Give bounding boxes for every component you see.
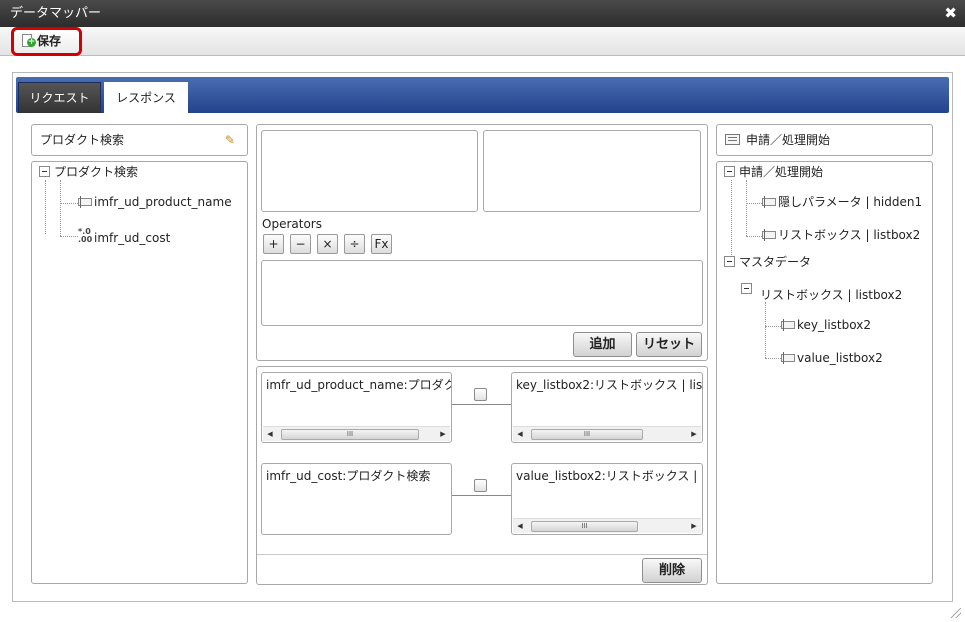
scroll-right-icon[interactable]: ▶ bbox=[436, 427, 450, 441]
collapse-icon[interactable] bbox=[741, 283, 752, 294]
operators-label: Operators bbox=[262, 217, 322, 231]
target-header-panel: 申請／処理開始 bbox=[716, 124, 933, 156]
save-button[interactable]: 保存 bbox=[11, 27, 82, 56]
source-tree-root[interactable]: プロダクト検索 bbox=[39, 165, 138, 179]
mapping-source-1-text: imfr_ud_product_name:プロダクト検索 bbox=[266, 378, 451, 392]
operator-divide-button[interactable]: ÷ bbox=[344, 234, 365, 254]
new-document-icon bbox=[22, 34, 36, 47]
collapse-icon[interactable] bbox=[724, 256, 735, 267]
tab-request[interactable]: リクエスト bbox=[18, 82, 101, 113]
target-field-listbox2[interactable]: リストボックス | listbox2 bbox=[762, 228, 920, 242]
target-field-value-listbox2[interactable]: value_listbox2 bbox=[781, 351, 883, 365]
scroll-left-icon[interactable]: ◀ bbox=[263, 427, 277, 441]
mapping-target-1[interactable]: key_listbox2:リストボックス | listbox2 ◀ III ▶ bbox=[511, 372, 703, 443]
mapping-source-2[interactable]: imfr_ud_cost:プロダクト検索 bbox=[261, 463, 452, 535]
scroll-left-icon[interactable]: ◀ bbox=[513, 427, 527, 441]
mapping-2-checkbox[interactable] bbox=[474, 479, 487, 492]
save-button-label: 保存 bbox=[37, 34, 62, 48]
scroll-thumb[interactable]: III bbox=[531, 429, 643, 440]
horizontal-scrollbar[interactable]: ◀ III ▶ bbox=[513, 518, 701, 533]
mapping-connector bbox=[452, 495, 511, 496]
mapping-source-2-text: imfr_ud_cost:プロダクト検索 bbox=[266, 469, 431, 483]
text-field-icon bbox=[78, 196, 92, 208]
source-field-product-name[interactable]: imfr_ud_product_name bbox=[78, 195, 232, 209]
operator-function-button[interactable]: Fx bbox=[371, 234, 392, 254]
divider bbox=[257, 554, 707, 555]
text-field-icon bbox=[762, 196, 776, 208]
source-tree-panel bbox=[31, 161, 248, 584]
source-field-cost[interactable]: *.0.00 imfr_ud_cost bbox=[78, 227, 170, 246]
scroll-right-icon[interactable]: ▶ bbox=[687, 519, 701, 533]
form-icon bbox=[725, 134, 740, 145]
mapping-target-2[interactable]: value_listbox2:リストボックス | listbox2 ◀ III … bbox=[511, 463, 703, 535]
target-master-listbox2-label: リストボックス | listbox2 bbox=[760, 288, 903, 302]
mapping-source-1[interactable]: imfr_ud_product_name:プロダクト検索 ◀ III ▶ bbox=[261, 372, 452, 443]
target-master-listbox2[interactable] bbox=[741, 282, 756, 296]
scroll-left-icon[interactable]: ◀ bbox=[513, 519, 527, 533]
mapping-target-2-text: value_listbox2:リストボックス | listbox2 bbox=[516, 469, 702, 483]
window-titlebar: データマッパー ✖ bbox=[0, 0, 965, 27]
close-icon[interactable]: ✖ bbox=[944, 0, 957, 27]
window-title: データマッパー bbox=[10, 6, 102, 21]
delete-button[interactable]: 削除 bbox=[642, 558, 702, 583]
add-button[interactable]: 追加 bbox=[573, 332, 632, 357]
scroll-thumb[interactable]: III bbox=[531, 521, 638, 532]
horizontal-scrollbar[interactable]: ◀ III ▶ bbox=[263, 426, 450, 441]
text-field-icon bbox=[781, 352, 795, 364]
mapping-target-1-text: key_listbox2:リストボックス | listbox2 bbox=[516, 378, 702, 392]
scroll-thumb[interactable]: III bbox=[281, 429, 419, 440]
target-field-key-listbox2[interactable]: key_listbox2 bbox=[781, 318, 871, 332]
mapping-connector bbox=[452, 404, 511, 405]
text-field-icon bbox=[762, 229, 776, 241]
expression-target-box[interactable] bbox=[483, 130, 701, 212]
expression-source-box[interactable] bbox=[261, 130, 478, 212]
target-tree-root-master[interactable]: マスタデータ bbox=[724, 255, 811, 269]
operator-multiply-button[interactable]: × bbox=[317, 234, 338, 254]
toolbar: 保存 bbox=[0, 27, 965, 56]
number-field-icon: *.0.00 bbox=[78, 227, 93, 244]
target-tree-root-form[interactable]: 申請／処理開始 bbox=[724, 165, 823, 179]
operator-plus-button[interactable]: + bbox=[263, 234, 284, 254]
expression-input[interactable] bbox=[261, 260, 703, 326]
target-header-title: 申請／処理開始 bbox=[717, 125, 932, 155]
horizontal-scrollbar[interactable]: ◀ III ▶ bbox=[513, 426, 701, 441]
source-header-panel: プロダクト検索 ✎ bbox=[31, 124, 248, 156]
tab-response[interactable]: レスポンス bbox=[104, 82, 188, 113]
text-field-icon bbox=[781, 319, 795, 331]
operator-minus-button[interactable]: − bbox=[290, 234, 311, 254]
target-field-hidden1[interactable]: 隠しパラメータ | hidden1 bbox=[762, 195, 922, 209]
pencil-icon[interactable]: ✎ bbox=[225, 133, 241, 147]
collapse-icon[interactable] bbox=[724, 166, 735, 177]
mapping-1-checkbox[interactable] bbox=[474, 388, 487, 401]
reset-button[interactable]: リセット bbox=[636, 332, 702, 357]
source-header-title: プロダクト検索 bbox=[40, 133, 125, 147]
collapse-icon[interactable] bbox=[39, 166, 50, 177]
target-tree-panel bbox=[716, 161, 933, 584]
tab-bar: リクエスト レスポンス bbox=[16, 77, 949, 113]
scroll-right-icon[interactable]: ▶ bbox=[687, 427, 701, 441]
resize-grip-icon[interactable] bbox=[951, 608, 961, 618]
